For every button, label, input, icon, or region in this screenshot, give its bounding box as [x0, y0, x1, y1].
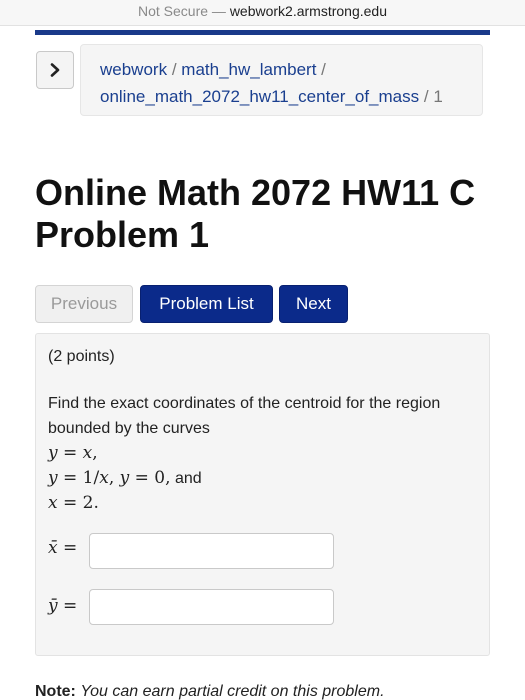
ybar-label: ȳ =	[48, 596, 78, 616]
breadcrumb: webwork / math_hw_lambert / online_math_…	[80, 44, 483, 116]
next-button[interactable]: Next	[279, 285, 348, 323]
xbar-label: x̄ =	[48, 538, 78, 558]
security-status: Not Secure	[137, 3, 209, 19]
breadcrumb-current: 1	[433, 87, 443, 106]
problem-points: (2 points)	[48, 348, 115, 365]
curve-2-3: y = 1/x, y = 0, and	[48, 468, 202, 488]
breadcrumb-divider: /	[171, 60, 177, 79]
problem-text: Find the exact coordinates of the centro…	[48, 395, 441, 437]
breadcrumb-link-set[interactable]: online_math_2072_hw11_center_of_mass	[100, 87, 419, 106]
page-title: Online Math 2072 HW11 C Problem 1	[35, 172, 525, 256]
previous-button[interactable]: Previous	[35, 285, 133, 323]
problem-statement: Find the exact coordinates of the centro…	[48, 391, 468, 516]
page-title-line1: Online Math 2072 HW11 C	[35, 172, 476, 213]
xbar-input[interactable]	[89, 533, 334, 569]
problem-panel: (2 points) Find the exact coordinates of…	[35, 333, 490, 656]
curve-4: x = 2.	[48, 493, 99, 513]
browser-address-bar[interactable]: Not Secure — webwork2.armstrong.edu	[0, 0, 525, 26]
ybar-input[interactable]	[89, 589, 334, 625]
site-domain: webwork2.armstrong.edu	[229, 3, 387, 19]
chevron-right-icon	[50, 63, 60, 77]
breadcrumb-link-webwork[interactable]: webwork	[100, 60, 167, 79]
header-accent-bar	[35, 30, 490, 35]
breadcrumb-divider: /	[321, 60, 326, 79]
partial-credit-note: Note: You can earn partial credit on thi…	[35, 683, 385, 700]
breadcrumb-link-course[interactable]: math_hw_lambert	[181, 60, 316, 79]
breadcrumb-divider: /	[423, 87, 429, 106]
address-separator: —	[211, 3, 226, 19]
curve-1: y = x,	[48, 443, 98, 463]
sidebar-toggle-button[interactable]	[36, 51, 74, 89]
page-title-line2: Problem 1	[35, 214, 210, 255]
note-text: You can earn partial credit on this prob…	[80, 683, 385, 700]
note-label: Note:	[35, 683, 76, 700]
problem-list-button[interactable]: Problem List	[140, 285, 273, 323]
